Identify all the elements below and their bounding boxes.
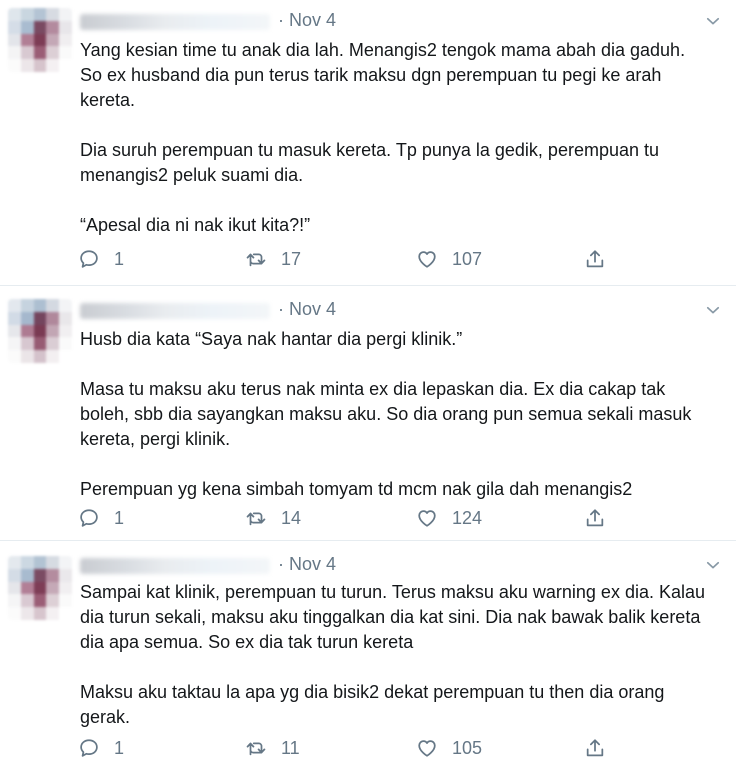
avatar[interactable] bbox=[8, 556, 72, 620]
retweet-icon bbox=[246, 512, 266, 526]
avatar[interactable] bbox=[8, 8, 72, 72]
heart-icon bbox=[418, 740, 436, 757]
retweet-icon bbox=[246, 253, 266, 267]
tweet-paragraph: Maksu aku taktau la apa yg dia bisik2 de… bbox=[80, 682, 665, 727]
tweet-paragraph: Sampai kat klinik, perempuan tu turun. T… bbox=[80, 582, 705, 652]
date-text: Nov 4 bbox=[289, 554, 337, 574]
heart-icon bbox=[418, 251, 436, 268]
avatar[interactable] bbox=[8, 299, 72, 363]
tweet-paragraph: Dia suruh perempuan tu masuk kereta. Tp … bbox=[80, 140, 660, 185]
share-icon bbox=[586, 250, 604, 268]
retweet-button[interactable]: 11 bbox=[245, 735, 300, 761]
tweet-paragraph: Husb dia kata “Saya nak hantar dia pergi… bbox=[80, 329, 463, 349]
like-count: 124 bbox=[452, 507, 483, 528]
tweet-actions: 1 14 124 bbox=[78, 505, 618, 531]
reply-count: 1 bbox=[114, 248, 125, 269]
like-button[interactable]: 105 bbox=[416, 735, 482, 761]
tweet-paragraph: Yang kesian time tu anak dia lah. Menang… bbox=[80, 40, 686, 110]
reply-button[interactable]: 1 bbox=[78, 246, 124, 272]
tweet-text: Husb dia kata “Saya nak hantar dia pergi… bbox=[80, 327, 718, 502]
tweet-actions: 1 11 105 bbox=[78, 735, 618, 761]
username-blurred[interactable] bbox=[80, 14, 270, 30]
share-button[interactable] bbox=[584, 505, 606, 531]
share-icon bbox=[586, 509, 604, 527]
reply-button[interactable]: 1 bbox=[78, 735, 124, 761]
tweet-text: Sampai kat klinik, perempuan tu turun. T… bbox=[80, 580, 718, 730]
retweet-count: 11 bbox=[281, 737, 300, 758]
date-text: Nov 4 bbox=[289, 299, 337, 319]
share-icon bbox=[586, 739, 604, 757]
username-blurred[interactable] bbox=[80, 303, 270, 319]
retweet-button[interactable]: 14 bbox=[245, 505, 301, 531]
tweet-paragraph: Masa tu maksu aku terus nak minta ex dia… bbox=[80, 379, 692, 449]
like-count: 105 bbox=[452, 737, 483, 758]
heart-icon bbox=[418, 510, 436, 527]
chevron-down-icon[interactable] bbox=[704, 301, 722, 319]
date-text: Nov 4 bbox=[289, 10, 337, 30]
tweet-date[interactable]: · Nov 4 bbox=[278, 552, 336, 576]
like-count: 107 bbox=[452, 248, 483, 269]
reply-count: 1 bbox=[114, 507, 125, 528]
divider bbox=[0, 285, 736, 286]
share-button[interactable] bbox=[584, 735, 606, 761]
share-button[interactable] bbox=[584, 246, 606, 272]
tweet[interactable]: · Nov 4 Yang kesian time tu anak dia lah… bbox=[0, 8, 736, 283]
tweet-paragraph: “Apesal dia ni nak ikut kita?!” bbox=[80, 215, 311, 235]
retweet-count: 14 bbox=[281, 507, 302, 528]
tweet[interactable]: · Nov 4 Sampai kat klinik, perempuan tu … bbox=[0, 552, 736, 774]
chevron-down-icon[interactable] bbox=[704, 556, 722, 574]
reply-icon bbox=[80, 250, 98, 268]
tweet-actions: 1 17 107 bbox=[78, 246, 618, 272]
like-button[interactable]: 107 bbox=[416, 246, 482, 272]
reply-icon bbox=[80, 509, 98, 527]
tweet[interactable]: · Nov 4 Husb dia kata “Saya nak hantar d… bbox=[0, 297, 736, 532]
retweet-icon bbox=[246, 742, 266, 756]
reply-icon bbox=[80, 739, 98, 757]
reply-button[interactable]: 1 bbox=[78, 505, 124, 531]
tweet-paragraph: Perempuan yg kena simbah tomyam td mcm n… bbox=[80, 479, 633, 499]
username-blurred[interactable] bbox=[80, 558, 270, 574]
like-button[interactable]: 124 bbox=[416, 505, 482, 531]
retweet-button[interactable]: 17 bbox=[245, 246, 301, 272]
tweet-date[interactable]: · Nov 4 bbox=[278, 297, 336, 321]
divider bbox=[0, 540, 736, 541]
tweet-text: Yang kesian time tu anak dia lah. Menang… bbox=[80, 38, 718, 238]
tweet-date[interactable]: · Nov 4 bbox=[278, 8, 336, 32]
retweet-count: 17 bbox=[281, 248, 302, 269]
chevron-down-icon[interactable] bbox=[704, 12, 722, 30]
reply-count: 1 bbox=[114, 737, 125, 758]
